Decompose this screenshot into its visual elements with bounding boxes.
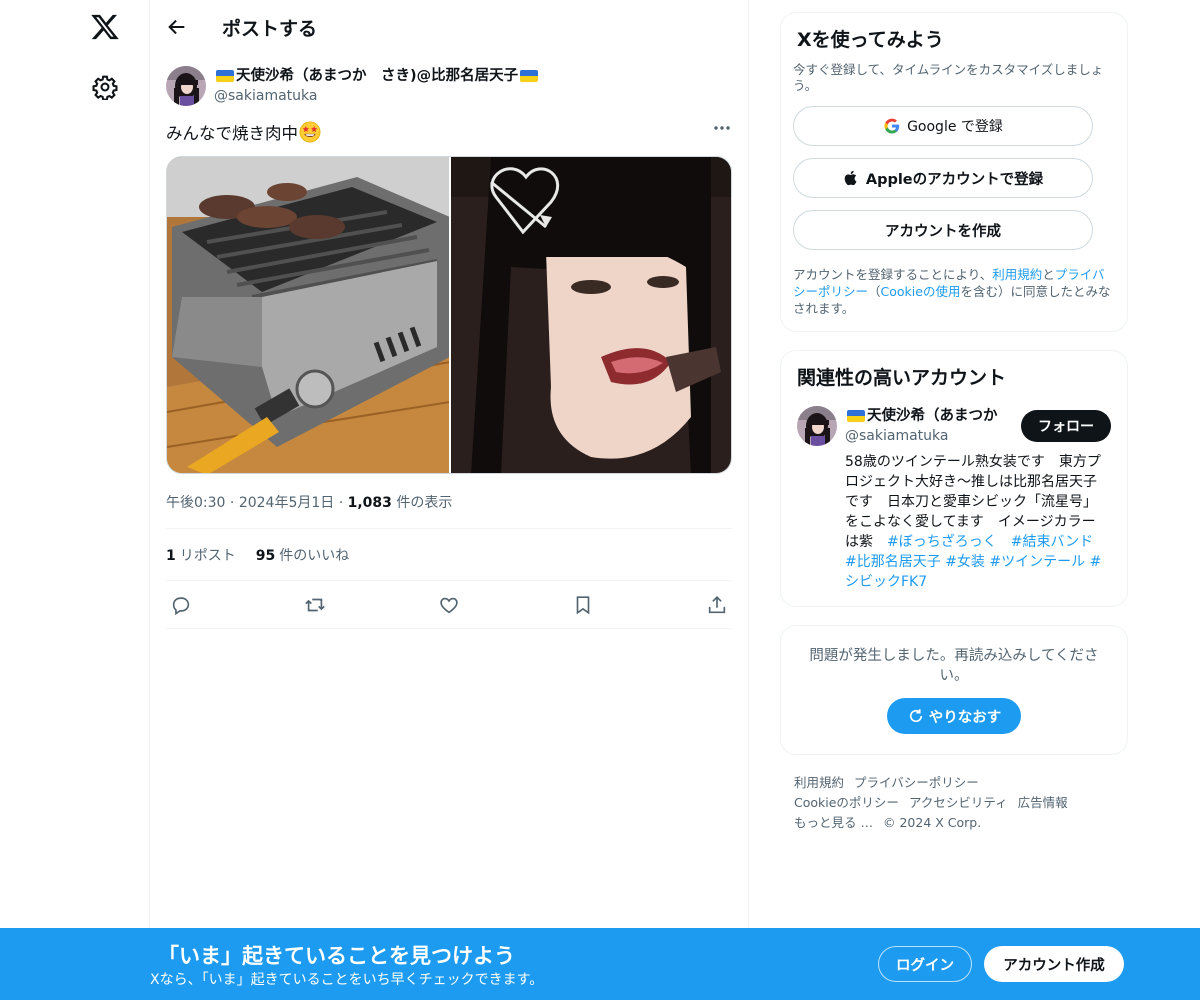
follow-button[interactable]: フォロー bbox=[1021, 410, 1111, 442]
recommended-bio: 58歳のツインテール熟女装です 東方プロジェクト大好き〜推しは比那名居天子です … bbox=[845, 452, 1105, 592]
post-time[interactable]: 午後0:30 bbox=[166, 495, 225, 511]
signup-card: Xを使ってみよう 今すぐ登録して、タイムラインをカスタマイズしましょう。 Goo… bbox=[780, 12, 1128, 332]
related-accounts-card: 関連性の高いアカウント 天使沙希（あまつか @sakiamatuka 58歳のツ… bbox=[780, 350, 1128, 607]
banner-title: 「いま」起きていることを見つけよう bbox=[158, 944, 515, 968]
media-photo-grill[interactable] bbox=[167, 157, 449, 473]
google-icon bbox=[884, 118, 900, 134]
signup-title: Xを使ってみよう bbox=[797, 29, 944, 51]
author-name[interactable]: 天使沙希（あまつか さき)@比那名居天子 bbox=[214, 66, 540, 86]
error-card: 問題が発生しました。再読み込みしてください。 やりなおす bbox=[780, 625, 1128, 755]
likes-count: 95 bbox=[255, 547, 276, 564]
post-author: 天使沙希（あまつか さき)@比那名居天子 @sakiamatuka bbox=[214, 66, 540, 106]
hashtag-link[interactable]: #結束バンド bbox=[1011, 534, 1093, 550]
hashtag-link[interactable]: #ぼっちざろっく bbox=[887, 534, 997, 550]
recommended-account[interactable]: 天使沙希（あまつか @sakiamatuka 58歳のツインテール熟女装です 東… bbox=[793, 406, 1115, 592]
signup-terms: アカウントを登録することにより、利用規約とプライバシーポリシー（Cookieの使… bbox=[793, 266, 1115, 317]
bookmark-icon[interactable] bbox=[572, 594, 594, 616]
apple-icon bbox=[844, 170, 857, 186]
error-message: 問題が発生しました。再読み込みしてください。 bbox=[809, 648, 1099, 684]
avatar[interactable] bbox=[166, 66, 206, 106]
likes-label: 件のいいね bbox=[279, 547, 350, 564]
retry-label: やりなおす bbox=[928, 709, 1002, 726]
main-column: ポストする 天使沙希（あまつか さき)@比那名居天子 @sakiamatuka … bbox=[149, 0, 749, 1000]
share-icon[interactable] bbox=[706, 594, 728, 616]
ukraine-flag-icon bbox=[520, 70, 539, 82]
back-arrow-icon[interactable] bbox=[166, 16, 188, 38]
post-text-body: みんなで焼き肉中 bbox=[166, 124, 298, 143]
post-header: 天使沙希（あまつか さき)@比那名居天子 @sakiamatuka bbox=[166, 66, 732, 106]
post-actions bbox=[166, 581, 732, 629]
signup-button[interactable]: アカウント作成 bbox=[984, 946, 1124, 982]
left-rail bbox=[0, 0, 150, 1000]
cookie-link[interactable]: Cookieの使用 bbox=[881, 284, 961, 299]
login-banner: 「いま」起きていることを見つけよう Xなら、「いま」起きていることをいち早くチェ… bbox=[0, 928, 1200, 1000]
google-signup-button[interactable]: Google で登録 bbox=[793, 106, 1093, 146]
terms-link[interactable]: 利用規約 bbox=[992, 267, 1042, 282]
reposts-label: リポスト bbox=[179, 547, 236, 564]
hashtag-link[interactable]: #女装 bbox=[945, 554, 985, 570]
x-logo-icon[interactable] bbox=[90, 12, 120, 42]
ukraine-flag-icon bbox=[847, 410, 865, 422]
likes-stat[interactable]: 95 件のいいね bbox=[256, 545, 349, 565]
post-text: みんなで焼き肉中 bbox=[166, 120, 732, 144]
ukraine-flag-icon bbox=[216, 70, 234, 82]
footer-link[interactable]: Cookieのポリシー bbox=[794, 795, 899, 810]
recommended-display-name: 天使沙希（あまつか bbox=[867, 408, 998, 424]
footer-more-link[interactable]: もっと見る … bbox=[794, 815, 873, 830]
post-stats: 1 リポスト 95 件のいいね bbox=[166, 529, 732, 581]
star-struck-emoji-icon bbox=[299, 121, 321, 143]
media-photo-person[interactable] bbox=[449, 157, 731, 473]
refresh-icon bbox=[909, 709, 922, 723]
repost-icon[interactable] bbox=[304, 594, 326, 616]
avatar[interactable] bbox=[797, 406, 837, 446]
google-signup-label: Google で登録 bbox=[907, 119, 1003, 135]
hashtag-link[interactable]: #比那名居天子 bbox=[845, 554, 941, 570]
footer: 利用規約 プライバシーポリシー Cookieのポリシー アクセシビリティ 広告情報 も… bbox=[780, 773, 1128, 833]
related-title: 関連性の高いアカウント bbox=[797, 367, 1007, 389]
create-account-label: アカウントを作成 bbox=[885, 223, 1001, 240]
banner-subtitle: Xなら、「いま」起きていることをいち早くチェックできます。 bbox=[150, 972, 544, 988]
reposts-count: 1 bbox=[166, 547, 176, 564]
post-meta: 午後0:30 · 2024年5月1日 · 1,083 件の表示 bbox=[166, 492, 732, 529]
author-display-name: 天使沙希（あまつか さき)@比那名居天子 bbox=[236, 68, 519, 84]
hashtag-link[interactable]: #ツインテール bbox=[989, 554, 1085, 570]
reposts-stat[interactable]: 1 リポスト bbox=[166, 545, 236, 565]
views-label: 件の表示 bbox=[396, 495, 453, 511]
apple-signup-button[interactable]: Appleのアカウントで登録 bbox=[793, 158, 1093, 198]
terms-text: アカウントを登録することにより、 bbox=[793, 267, 993, 282]
page-header: ポストする bbox=[150, 0, 748, 54]
apple-signup-label: Appleのアカウントで登録 bbox=[865, 171, 1044, 188]
post-date[interactable]: 2024年5月1日 bbox=[239, 495, 334, 511]
retry-button[interactable]: やりなおす bbox=[887, 698, 1021, 734]
terms-text: （ bbox=[868, 284, 881, 299]
footer-copyright: © 2024 X Corp. bbox=[882, 815, 982, 830]
footer-link[interactable]: 利用規約 bbox=[794, 775, 844, 790]
author-handle[interactable]: @sakiamatuka bbox=[214, 86, 540, 106]
signup-subtitle: 今すぐ登録して、タイムラインをカスタマイズしましょう。 bbox=[793, 62, 1104, 93]
footer-link[interactable]: プライバシーポリシー bbox=[854, 775, 979, 790]
terms-text: と bbox=[1042, 267, 1055, 282]
right-sidebar: Xを使ってみよう 今すぐ登録して、タイムラインをカスタマイズしましょう。 Goo… bbox=[780, 12, 1128, 833]
views-count: 1,083 bbox=[347, 495, 392, 511]
login-button[interactable]: ログイン bbox=[878, 946, 972, 982]
footer-link[interactable]: アクセシビリティ bbox=[909, 795, 1008, 810]
post-media bbox=[166, 156, 732, 474]
page-title: ポストする bbox=[222, 17, 318, 40]
create-account-button[interactable]: アカウントを作成 bbox=[793, 210, 1093, 250]
like-heart-icon[interactable] bbox=[438, 594, 460, 616]
more-options-icon[interactable] bbox=[712, 118, 732, 138]
settings-gear-icon[interactable] bbox=[92, 74, 118, 100]
post: 天使沙希（あまつか さき)@比那名居天子 @sakiamatuka みんなで焼き… bbox=[150, 54, 748, 629]
reply-icon[interactable] bbox=[170, 594, 192, 616]
footer-link[interactable]: 広告情報 bbox=[1018, 795, 1068, 810]
